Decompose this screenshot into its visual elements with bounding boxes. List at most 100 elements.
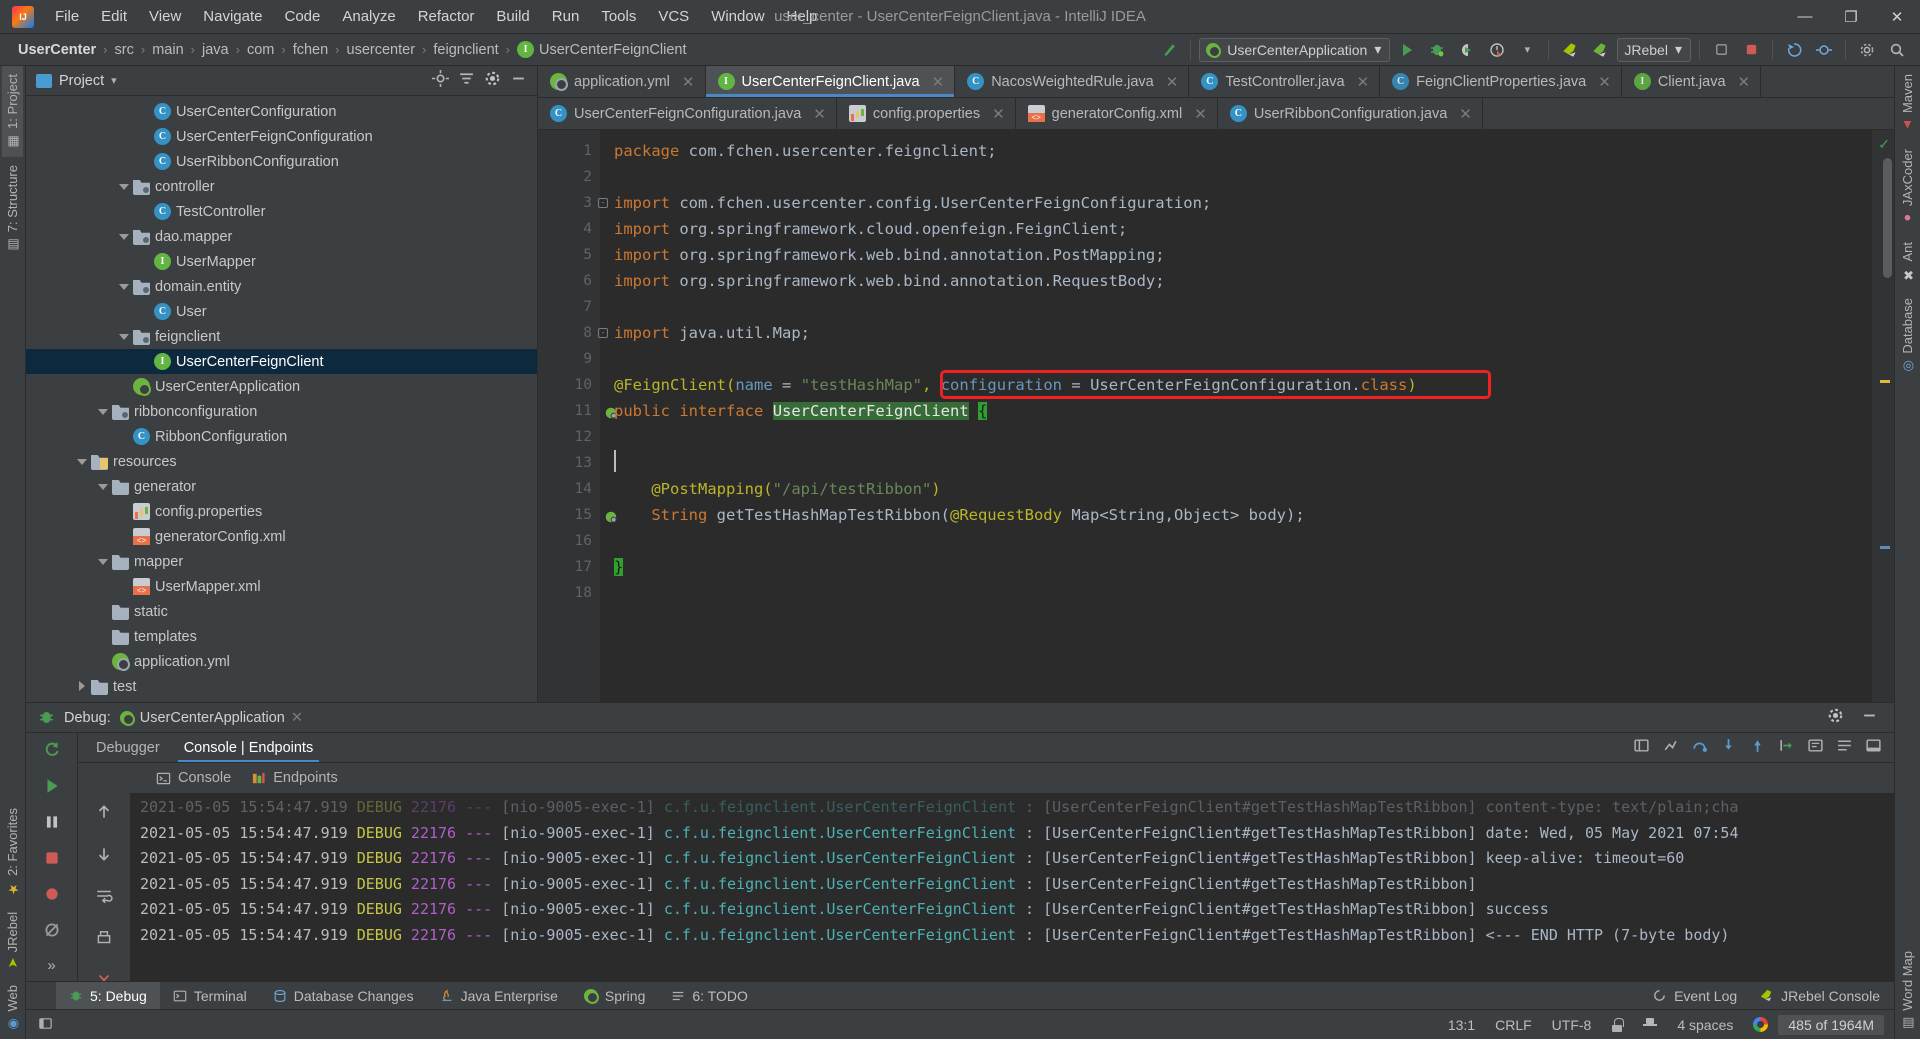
close-button[interactable]: ✕ xyxy=(1874,0,1920,34)
view-breakpoints-icon[interactable] xyxy=(43,885,61,907)
caret-position[interactable]: 13:1 xyxy=(1438,1017,1485,1033)
run-with-coverage-button[interactable] xyxy=(1454,38,1480,62)
maximize-button[interactable]: ❐ xyxy=(1828,0,1874,34)
tree-row[interactable]: domain.entity xyxy=(26,274,537,299)
stop-button[interactable] xyxy=(1738,38,1764,62)
tree-row[interactable]: UserMapper.xml xyxy=(26,574,537,599)
hide-icon[interactable] xyxy=(1853,707,1886,728)
gutter-line-number[interactable]: 3- xyxy=(538,190,600,216)
search-everywhere-icon[interactable] xyxy=(1884,38,1910,62)
print-icon[interactable] xyxy=(95,929,113,951)
editor-code-content[interactable]: package com.fchen.usercenter.feignclient… xyxy=(600,130,1872,702)
gutter-line-number[interactable]: 12 xyxy=(538,424,600,450)
file-encoding[interactable]: UTF-8 xyxy=(1542,1017,1602,1033)
gutter-line-number[interactable]: 14 xyxy=(538,476,600,502)
pause-program-icon[interactable] xyxy=(43,813,61,835)
step-over-icon[interactable] xyxy=(1691,737,1708,758)
console-output[interactable]: 2021-05-05 15:54:47.919 DEBUG 22176 --- … xyxy=(78,793,1894,981)
tab-console-endpoints[interactable]: Console | Endpoints xyxy=(172,733,326,762)
tree-row[interactable]: static xyxy=(26,599,537,624)
gutter-line-number[interactable]: 9 xyxy=(538,346,600,372)
breadcrumb-item-0[interactable]: UserCenter xyxy=(12,40,102,60)
attach-debugger-icon[interactable] xyxy=(1708,38,1734,62)
close-icon[interactable]: ✕ xyxy=(1194,105,1207,123)
resume-program-icon[interactable] xyxy=(43,777,61,799)
gutter-line-number[interactable]: 10 xyxy=(538,372,600,398)
indent-setting[interactable]: 4 spaces xyxy=(1667,1017,1743,1033)
tree-row[interactable]: ribbonconfiguration xyxy=(26,399,537,424)
menu-item-run[interactable]: Run xyxy=(541,4,591,29)
tree-row[interactable]: CUserCenterConfiguration xyxy=(26,99,537,124)
gutter-line-number[interactable]: 18 xyxy=(538,580,600,606)
close-icon[interactable]: ✕ xyxy=(682,73,695,91)
close-icon[interactable]: ✕ xyxy=(1598,73,1611,91)
tab-debugger[interactable]: Debugger xyxy=(84,733,172,762)
scroll-down-icon[interactable] xyxy=(95,845,113,867)
clear-all-icon[interactable] xyxy=(95,971,113,981)
editor-tab-config-properties[interactable]: config.properties✕ xyxy=(837,98,1016,129)
rerun-icon[interactable] xyxy=(43,741,61,763)
tree-row[interactable]: CTestController xyxy=(26,199,537,224)
close-icon[interactable]: ✕ xyxy=(291,710,303,726)
settings-icon[interactable] xyxy=(1836,737,1853,758)
chevron-open-icon[interactable] xyxy=(97,480,110,493)
gutter-line-number[interactable]: 6 xyxy=(538,268,600,294)
subtab-endpoints[interactable]: Endpoints xyxy=(251,770,338,786)
gutter-line-number[interactable]: 13 xyxy=(538,450,600,476)
bottom-tab-java-enterprise[interactable]: Java Enterprise xyxy=(427,982,571,1010)
settings-icon[interactable] xyxy=(484,70,501,91)
editor-tab-testcontroller-java[interactable]: CTestController.java✕ xyxy=(1189,66,1380,97)
breadcrumb-item-8[interactable]: I UserCenterFeignClient xyxy=(511,39,692,60)
editor-tab-usercenterfeignclient-java[interactable]: IUserCenterFeignClient.java✕ xyxy=(706,66,956,97)
breadcrumb-item-5[interactable]: fchen xyxy=(287,40,334,60)
more-actions-icon[interactable]: » xyxy=(47,957,55,974)
scroll-up-icon[interactable] xyxy=(95,803,113,825)
memory-indicator[interactable]: 485 of 1964M xyxy=(1778,1015,1884,1035)
menu-item-view[interactable]: View xyxy=(138,4,192,29)
translation-plugin[interactable] xyxy=(1743,1017,1778,1032)
settings-icon[interactable] xyxy=(1827,707,1844,728)
bottom-tab-debug[interactable]: 5: Debug xyxy=(56,982,160,1010)
inspection-level[interactable] xyxy=(1633,1018,1667,1032)
strip-tab-jaxcoder[interactable]: ● JAxCoder xyxy=(1897,141,1918,234)
tree-row[interactable]: CRibbonConfiguration xyxy=(26,424,537,449)
jrebel-selector[interactable]: JRebel ▾ xyxy=(1617,38,1691,62)
gutter-line-number[interactable]: 8- xyxy=(538,320,600,346)
menu-item-analyze[interactable]: Analyze xyxy=(331,4,406,29)
menu-item-refactor[interactable]: Refactor xyxy=(407,4,486,29)
editor-tab-generatorconfig-xml[interactable]: generatorConfig.xml✕ xyxy=(1016,98,1218,129)
update-project-icon[interactable] xyxy=(1781,38,1807,62)
chevron-down-icon[interactable]: ▾ xyxy=(111,74,117,87)
step-out-icon[interactable] xyxy=(1749,737,1766,758)
menu-item-code[interactable]: Code xyxy=(273,4,331,29)
soft-wrap-icon[interactable] xyxy=(95,887,113,909)
read-only-toggle[interactable] xyxy=(1601,1018,1633,1032)
menu-item-vcs[interactable]: VCS xyxy=(647,4,700,29)
menu-item-edit[interactable]: Edit xyxy=(90,4,138,29)
debug-config-tab[interactable]: UserCenterApplication ✕ xyxy=(120,710,303,726)
profiler-button[interactable] xyxy=(1484,38,1510,62)
close-icon[interactable]: ✕ xyxy=(1459,105,1472,123)
chevron-closed-icon[interactable] xyxy=(76,680,89,693)
editor-tab-userribbonconfiguration-java[interactable]: CUserRibbonConfiguration.java✕ xyxy=(1218,98,1483,129)
close-icon[interactable]: ✕ xyxy=(932,73,945,91)
gutter-line-number[interactable]: 5 xyxy=(538,242,600,268)
project-tree[interactable]: CUserCenterConfigurationCUserCenterFeign… xyxy=(26,96,537,702)
tree-row[interactable]: templates xyxy=(26,624,537,649)
editor-tab-feignclientproperties-java[interactable]: CFeignClientProperties.java✕ xyxy=(1380,66,1622,97)
step-into-icon[interactable] xyxy=(1720,737,1737,758)
show-tool-windows-icon[interactable] xyxy=(38,1016,53,1034)
close-icon[interactable]: ✕ xyxy=(1357,73,1370,91)
editor-scrollbar-thumb[interactable] xyxy=(1883,158,1892,278)
close-icon[interactable]: ✕ xyxy=(1166,73,1179,91)
layout-settings-icon[interactable] xyxy=(1633,737,1650,758)
strip-tab-jrebel[interactable]: ➤ JRebel xyxy=(2,904,23,976)
chevron-open-icon[interactable] xyxy=(76,455,89,468)
hide-debug-icon[interactable] xyxy=(1865,737,1882,758)
tree-row[interactable]: application.yml xyxy=(26,649,537,674)
tree-row[interactable]: generatorConfig.xml xyxy=(26,524,537,549)
chevron-open-icon[interactable] xyxy=(118,180,131,193)
tree-row[interactable]: IUserMapper xyxy=(26,249,537,274)
menu-item-build[interactable]: Build xyxy=(485,4,540,29)
breadcrumb-item-3[interactable]: java xyxy=(196,40,235,60)
